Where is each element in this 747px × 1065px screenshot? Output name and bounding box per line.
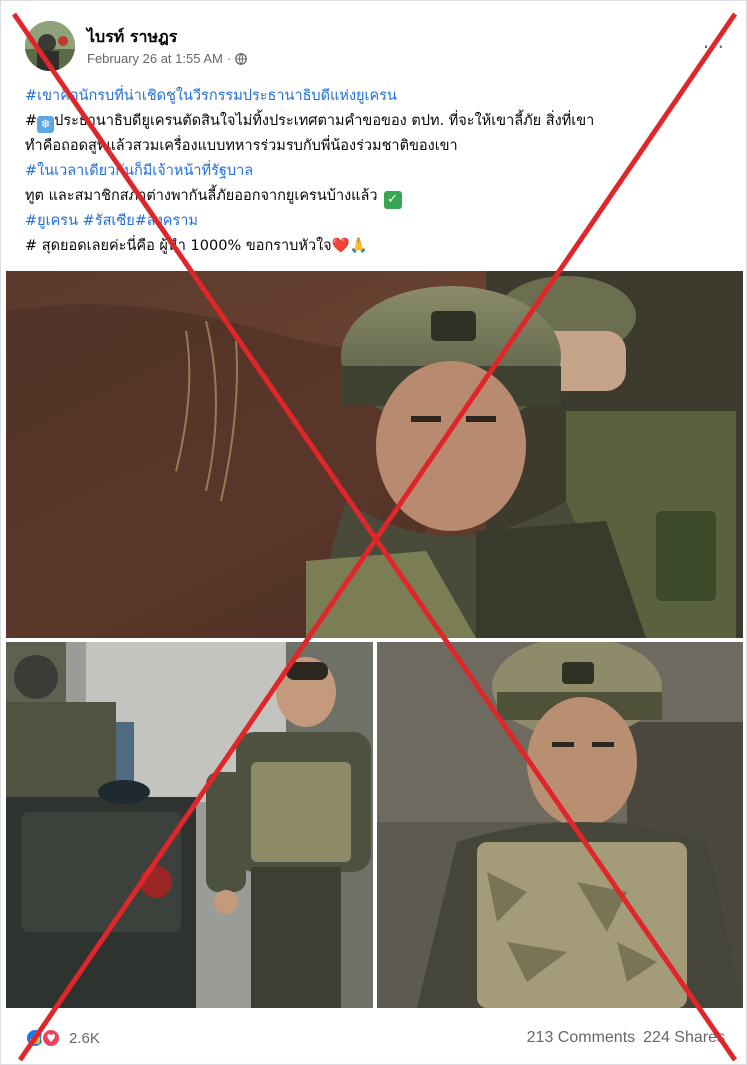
- post-footer: 👍 ♥ 2.6K 213 Comments 224 Shares: [25, 1025, 725, 1053]
- hashtag-line[interactable]: #เขาคือนักรบที่น่าเชิดชูในวีรกรรมประธานา…: [25, 84, 725, 109]
- shares-count[interactable]: 224 Shares: [643, 1029, 725, 1047]
- post-photo-left[interactable]: [6, 642, 373, 1008]
- more-options-button[interactable]: ···: [703, 35, 725, 59]
- hashtag-war[interactable]: #สงคราม: [135, 213, 198, 229]
- author-name[interactable]: ไบรท์ ราษฎร: [87, 25, 177, 50]
- globe-icon: [235, 52, 248, 65]
- reaction-count[interactable]: 2.6K: [69, 1030, 100, 1047]
- snowflake-icon: ❄: [37, 116, 55, 133]
- hashtags-line: #ยูเครน #รัสเซีย#สงคราม: [25, 209, 725, 234]
- text-segment: # สุดยอดเลยค่ะนี่คือ ผู้นำ 1000% ขอกราบห…: [25, 238, 332, 254]
- hashtag-russia[interactable]: #รัสเซีย: [83, 213, 135, 229]
- check-icon: ✓: [383, 191, 402, 209]
- facebook-post: ไบรท์ ราษฎร February 26 at 1:55 AM · ···…: [0, 0, 747, 1065]
- post-photo-right[interactable]: [377, 642, 743, 1008]
- hash-symbol: #: [25, 113, 38, 129]
- author-avatar[interactable]: [25, 21, 75, 71]
- text-line: ทำคือถอดสูทแล้วสวมเครื่องแบบทหารร่วมรบกั…: [25, 138, 458, 154]
- comments-count[interactable]: 213 Comments: [527, 1029, 636, 1047]
- hashtag-ukraine[interactable]: #ยูเครน: [25, 213, 78, 229]
- pray-icon: 🙏: [349, 238, 368, 254]
- post-text: #เขาคือนักรบที่น่าเชิดชูในวีรกรรมประธานา…: [25, 84, 725, 259]
- post-header: ไบรท์ ราษฎร February 26 at 1:55 AM · ···: [25, 21, 725, 71]
- post-timestamp[interactable]: February 26 at 1:55 AM: [87, 51, 223, 66]
- reactions-summary[interactable]: 👍 ♥ 2.6K: [25, 1028, 100, 1048]
- meta-separator: ·: [226, 51, 232, 66]
- hashtag-line[interactable]: #ในเวลาเดียวกันก็มีเจ้าหน้าที่รัฐบาล: [25, 159, 725, 184]
- post-meta: February 26 at 1:55 AM ·: [87, 51, 248, 66]
- text-segment: ประธานาธิบดียูเครนตัดสินใจไม่ทิ้งประเทศต…: [54, 113, 595, 129]
- post-stats: 213 Comments 224 Shares: [527, 1029, 725, 1047]
- text-line: # ❄ ประธานาธิบดียูเครนตัดสินใจไม่ทิ้งประเท…: [25, 109, 725, 134]
- text-line: # สุดยอดเลยค่ะนี่คือ ผู้นำ 1000% ขอกราบห…: [25, 234, 725, 259]
- post-photo-main[interactable]: [6, 271, 743, 638]
- love-icon: ♥: [41, 1028, 61, 1048]
- text-segment: ทูต และสมาชิกสภาต่างพากันลี้ภัยออกจากยูเ…: [25, 188, 378, 204]
- text-line: ทูต และสมาชิกสภาต่างพากันลี้ภัยออกจากยูเ…: [25, 184, 725, 209]
- heart-icon: ❤️: [331, 238, 350, 254]
